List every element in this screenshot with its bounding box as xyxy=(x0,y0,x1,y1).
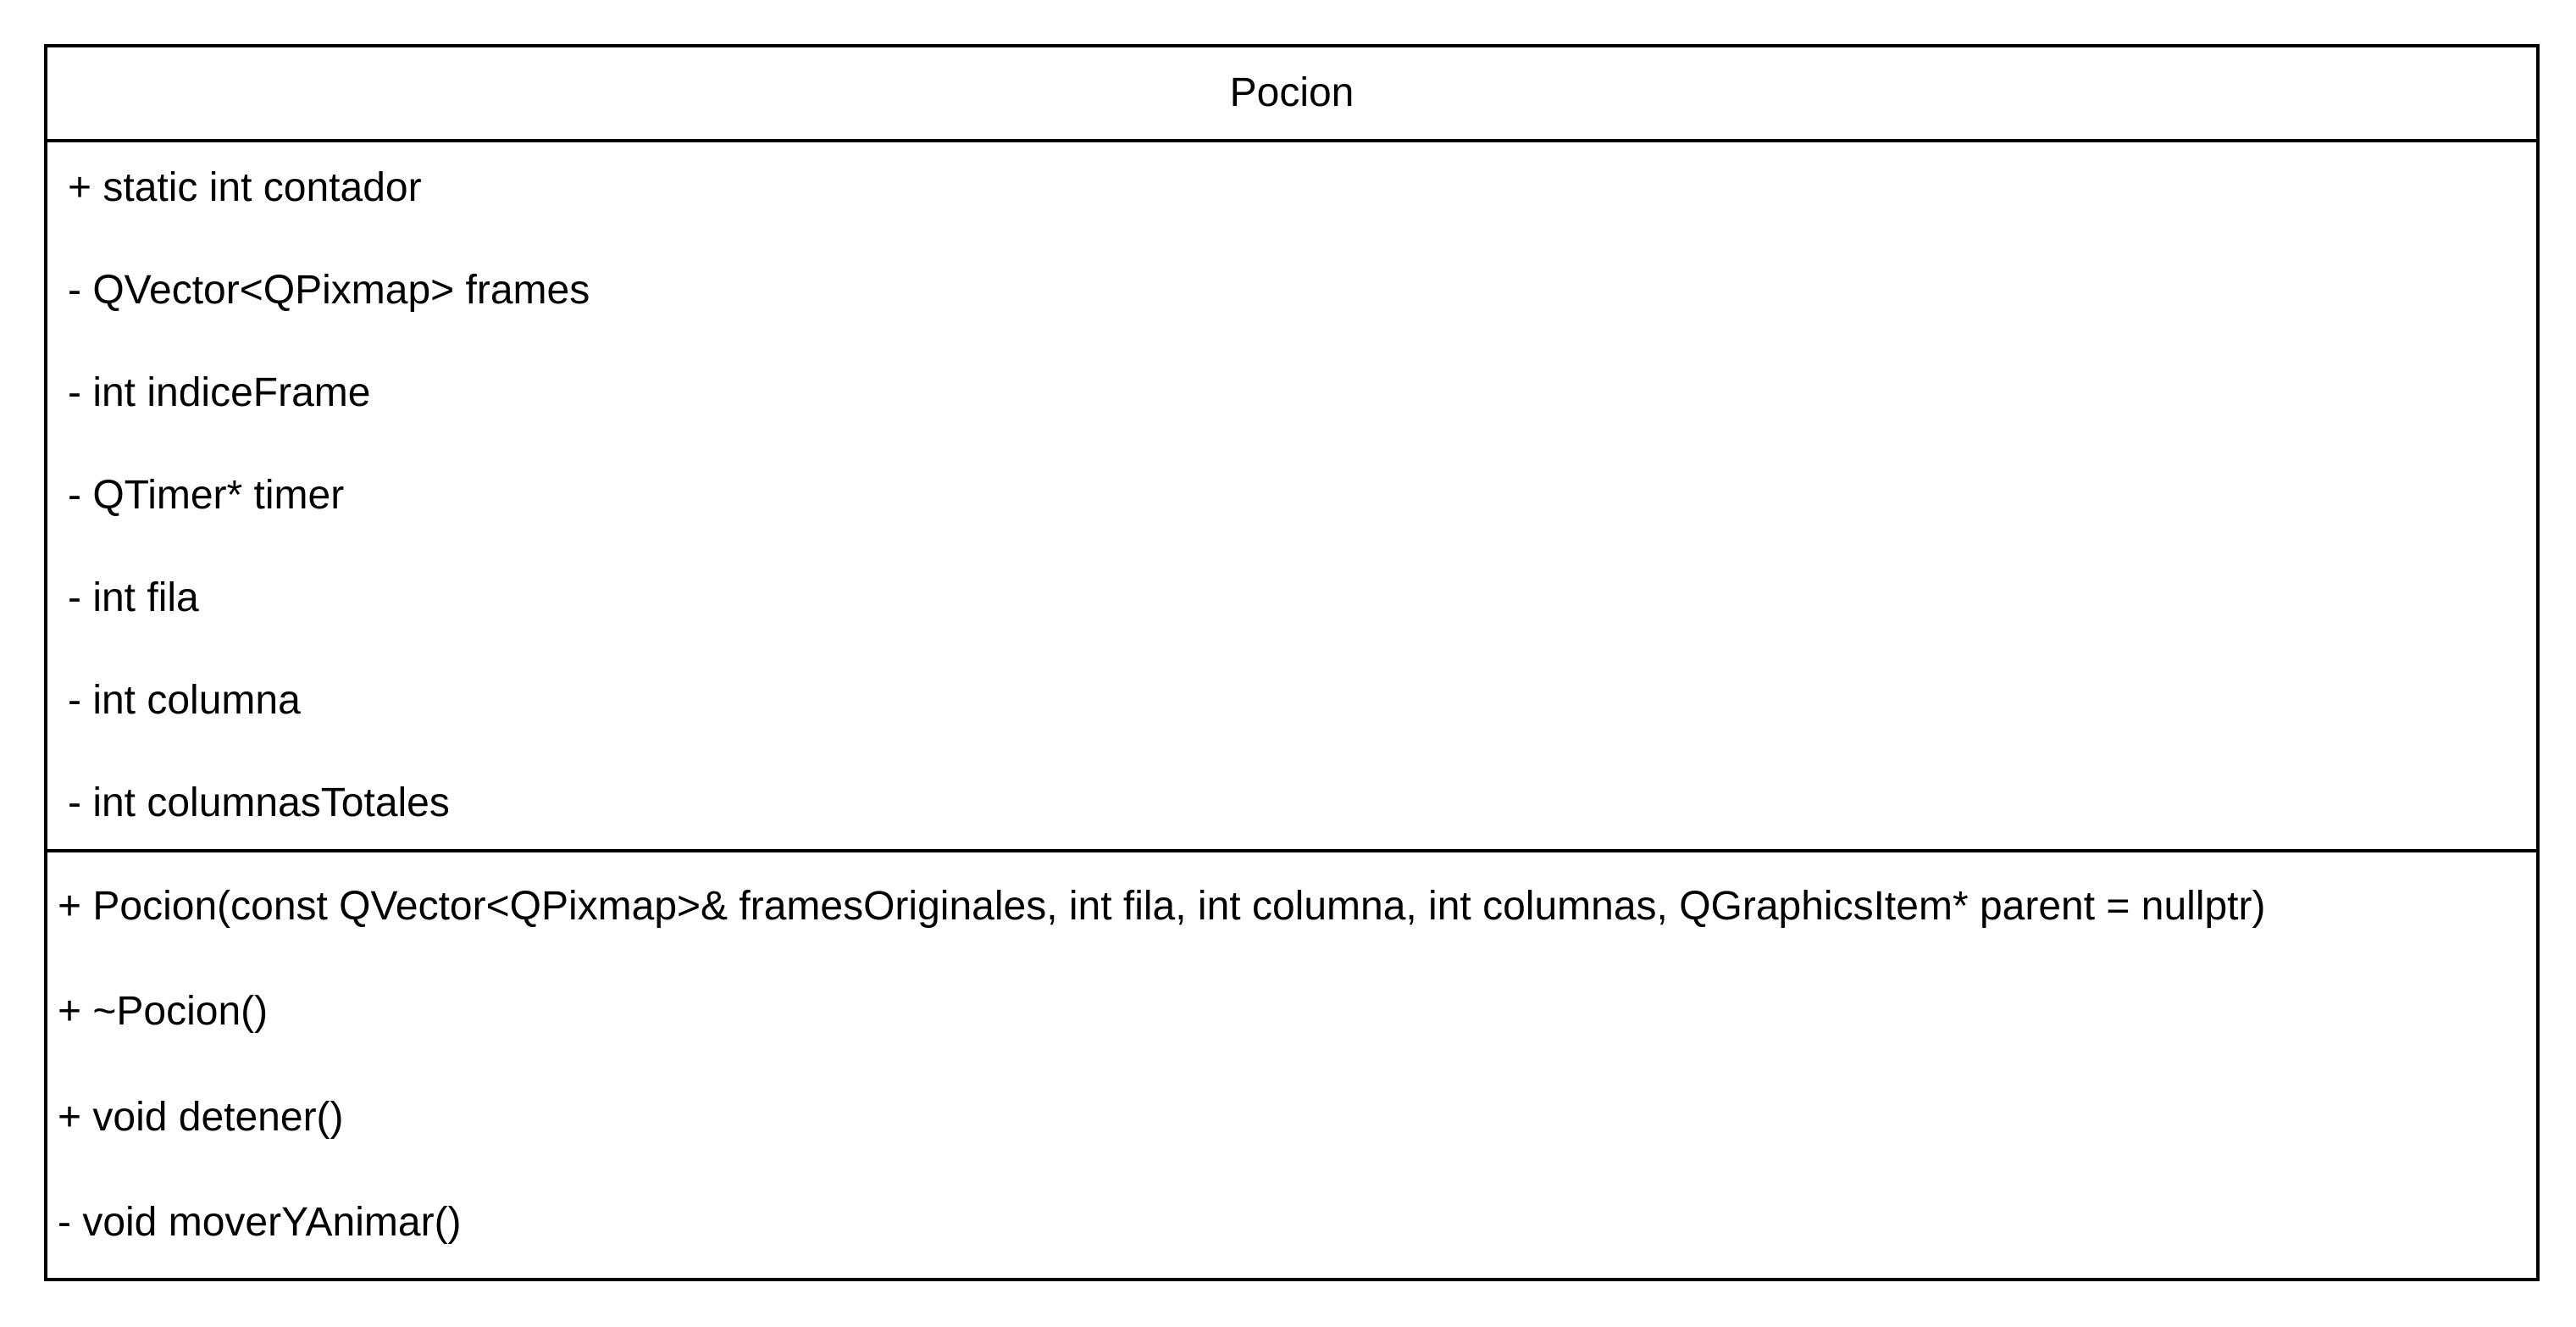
class-name: Pocion xyxy=(1229,70,1354,115)
attribute-item: - int fila xyxy=(68,575,199,620)
attribute-item: - QVector<QPixmap> frames xyxy=(68,268,590,313)
method-item: - void moverYAnimar() xyxy=(58,1200,462,1245)
attribute-item: - int columnasTotales xyxy=(68,780,450,825)
attribute-item: - int indiceFrame xyxy=(68,370,371,415)
attribute-item: - int columna xyxy=(68,678,301,723)
attributes-compartment: + static int contador - QVector<QPixmap>… xyxy=(47,142,2536,852)
uml-class-box: Pocion + static int contador - QVector<Q… xyxy=(44,44,2540,1281)
methods-compartment: + Pocion(const QVector<QPixmap>& framesO… xyxy=(47,852,2536,1281)
method-item: + Pocion(const QVector<QPixmap>& framesO… xyxy=(58,884,2266,929)
class-header: Pocion xyxy=(47,47,2536,142)
attribute-item: + static int contador xyxy=(68,165,422,210)
method-item: + void detener() xyxy=(58,1095,344,1140)
attribute-item: - QTimer* timer xyxy=(68,473,345,518)
method-item: + ~Pocion() xyxy=(58,989,269,1034)
